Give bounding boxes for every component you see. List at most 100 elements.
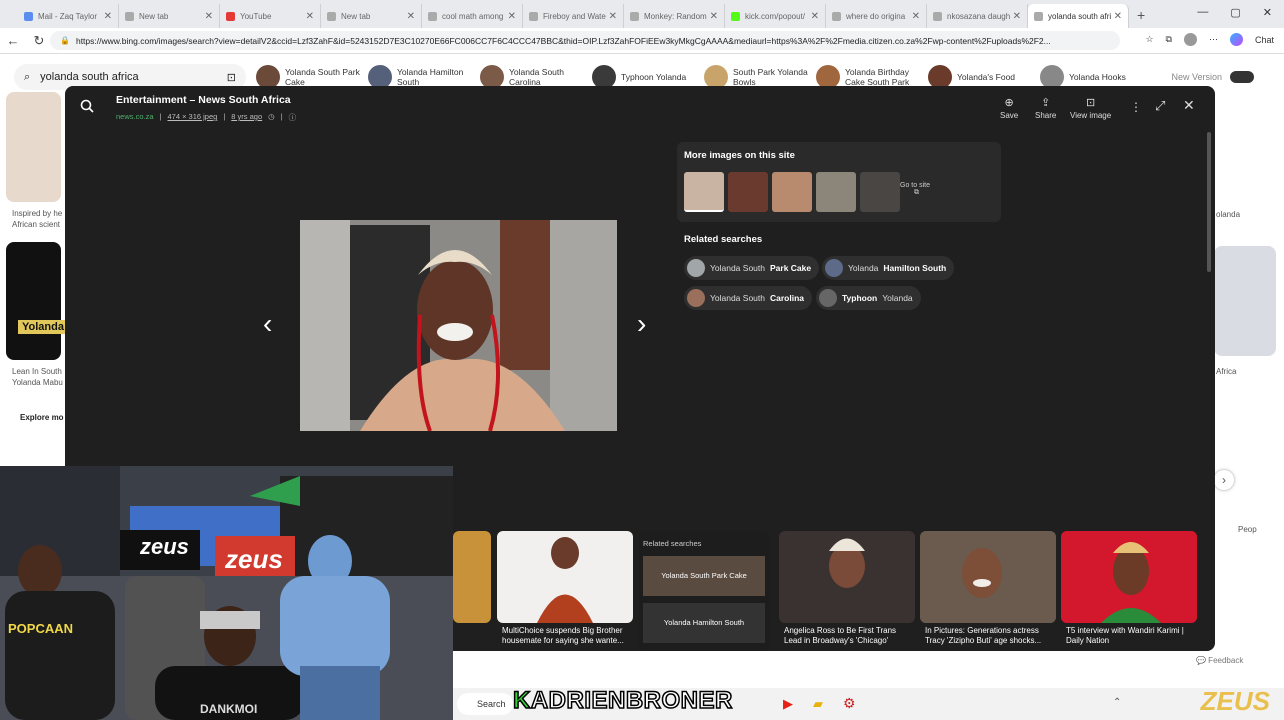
main-image[interactable] [300,220,617,431]
image-title[interactable]: Entertainment – News South Africa [116,94,291,106]
tab-label: where do origina [846,11,906,21]
source-link[interactable]: news.co.za [116,112,154,123]
related-heading: Related searches [643,539,702,548]
result-card[interactable] [920,531,1056,623]
chip-label: South Park Yolanda Bowls [733,67,808,87]
url-text: https://www.bing.com/images/search?view=… [75,35,1051,46]
tab-favicon-icon [125,11,134,21]
image-size[interactable]: 474 × 316 jpeg [167,112,217,123]
browser-tab[interactable]: nkosazana daugh ✕ [927,4,1028,28]
refresh-icon[interactable]: ↻ [26,33,52,49]
browser-tab[interactable]: Monkey: Random ✕ [624,4,725,28]
tab-close-icon[interactable]: ✕ [407,11,415,22]
site-thumbnail[interactable] [728,172,768,212]
result-caption[interactable]: Angelica Ross to Be First Trans Lead in … [784,626,914,646]
site-thumbnail[interactable] [860,172,900,212]
browser-tab[interactable]: Mail - Zaq Taylor ✕ [18,4,119,28]
more-options-icon[interactable]: ⋮ [1130,100,1142,114]
bg-image-card[interactable] [1214,246,1276,356]
tab-close-icon[interactable]: ✕ [306,11,314,22]
related-searches-card: Related searches Yolanda South Park Cake… [639,531,769,651]
browser-tab[interactable]: where do origina ✕ [826,4,927,28]
close-window-icon[interactable]: ✕ [1263,6,1272,19]
fullscreen-icon[interactable]: ⤢ [1155,98,1165,114]
info-icon[interactable]: ⓘ [289,112,297,123]
next-arrow-icon[interactable]: › [637,308,646,340]
browser-tab[interactable]: kick.com/popout/ ✕ [725,4,826,28]
result-caption[interactable]: In Pictures: Generations actress Tracy '… [925,626,1055,646]
chip-text: Yolanda South [710,263,765,273]
result-card[interactable] [453,531,491,623]
tab-close-icon[interactable]: ✕ [1013,11,1021,22]
visual-search-icon[interactable]: ⊡ [227,71,236,84]
bg-image-card[interactable] [6,92,61,202]
related-search-chip[interactable]: Typhoon Yolanda [816,286,921,310]
tab-close-icon[interactable]: ✕ [609,11,617,22]
site-thumbnail[interactable] [684,172,724,212]
minimize-icon[interactable]: — [1197,6,1208,19]
related-tile[interactable]: Yolanda South Park Cake [643,556,765,596]
app-icon[interactable]: ⚙ [843,695,856,712]
search-icon[interactable] [79,98,95,114]
scroll-right-icon[interactable]: › [1214,470,1234,490]
previous-arrow-icon[interactable]: ‹ [263,308,272,340]
tab-close-icon[interactable]: ✕ [205,11,213,22]
address-bar: ← ↻ 🔒 https://www.bing.com/images/search… [0,28,1284,54]
url-field[interactable]: 🔒 https://www.bing.com/images/search?vie… [50,31,1120,50]
chip-label: Yolanda South Park Cake [285,67,360,87]
profile-avatar[interactable] [1183,33,1197,46]
result-card[interactable] [1061,531,1197,623]
tab-close-icon[interactable]: ✕ [811,11,819,22]
scrollbar[interactable] [1207,132,1211,272]
new-tab-icon[interactable]: + [1137,7,1145,23]
tab-close-icon[interactable]: ✕ [508,11,516,22]
site-thumbnail[interactable] [772,172,812,212]
browser-tab[interactable]: cool math among ✕ [422,4,523,28]
favorite-icon[interactable]: ☆ [1145,34,1153,45]
tab-label: New tab [139,11,169,21]
related-tile[interactable]: Yolanda Hamilton South [643,603,765,643]
tray-chevron-icon[interactable]: ⌃ [1113,697,1121,708]
browser-tab[interactable]: New tab ✕ [321,4,422,28]
browser-tab[interactable]: Fireboy and Wate ✕ [523,4,624,28]
window-controls: — ▢ ✕ [1197,6,1272,19]
bg-image-card[interactable]: Yolanda [6,242,68,360]
go-to-site-link[interactable]: Go to site ⧉ [900,182,930,197]
close-icon[interactable]: ✕ [1183,97,1195,114]
tab-close-icon[interactable]: ✕ [1114,11,1122,22]
tab-close-icon[interactable]: ✕ [710,11,718,22]
more-icon[interactable]: ⋯ [1209,34,1218,45]
save-button[interactable]: ⊕ Save [1000,96,1018,120]
tab-close-icon[interactable]: ✕ [104,11,112,22]
related-search-chip[interactable]: Yolanda South Park Cake [684,256,820,280]
go-to-site-label: Go to site [900,182,930,189]
result-caption[interactable]: T5 interview with Wandiri Karimi | Daily… [1066,626,1196,646]
back-icon[interactable]: ← [0,33,26,48]
related-search-chip[interactable]: Yolanda Hamilton South [822,256,955,280]
site-thumbnail[interactable] [816,172,856,212]
chip-label: Typhoon Yolanda [621,72,687,82]
chat-label[interactable]: Chat [1255,35,1274,45]
tab-close-icon[interactable]: ✕ [912,11,920,22]
toggle-switch[interactable] [1230,71,1254,83]
taskbar-search[interactable]: Search [457,693,513,715]
result-card[interactable] [779,531,915,623]
result-card[interactable] [497,531,633,623]
result-caption[interactable]: MultiChoice suspends Big Brother housema… [502,626,632,646]
browser-tab[interactable]: New tab ✕ [119,4,220,28]
youtube-icon[interactable]: ▶ [783,696,793,712]
maximize-icon[interactable]: ▢ [1230,6,1240,19]
browser-tab[interactable]: yolanda south afri ✕ [1028,4,1129,28]
copilot-icon[interactable] [1229,33,1243,46]
collections-icon[interactable]: ⧉ [1166,34,1172,45]
image-age[interactable]: 8 yrs ago [231,112,262,123]
related-search-chip[interactable]: Yolanda South Carolina [684,286,813,310]
file-explorer-icon[interactable]: ▰ [813,696,823,712]
share-button[interactable]: ⇪ Share [1035,96,1056,120]
view-image-button[interactable]: ⊡ View image [1070,96,1111,120]
feedback-link[interactable]: 💬 Feedback [1196,656,1243,665]
related-searches-heading: Related searches [684,234,763,245]
tab-label: kick.com/popout/ [745,11,806,21]
new-version-toggle[interactable]: New Version [1171,71,1254,83]
browser-tab[interactable]: YouTube ✕ [220,4,321,28]
